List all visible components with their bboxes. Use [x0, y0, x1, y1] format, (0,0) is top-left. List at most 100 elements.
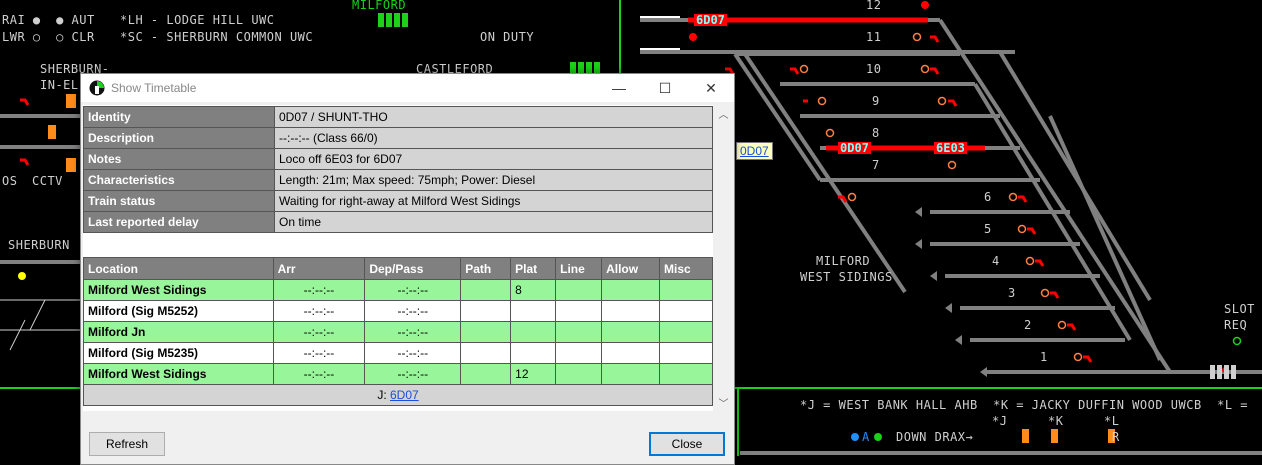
road-number: 12 [866, 0, 882, 12]
label-j: *J [992, 414, 1008, 428]
label-k: *K [1048, 414, 1064, 428]
cell-dep: --:--:-- [364, 342, 462, 364]
cell-misc [659, 321, 713, 343]
cell-dep: --:--:-- [364, 300, 462, 322]
refresh-button[interactable]: Refresh [89, 432, 165, 456]
minimize-button[interactable]: — [596, 74, 642, 102]
label-sherburn-in-elmet-2: IN-EL [40, 78, 79, 92]
legend-rai: RAI ● ● AUT [2, 13, 95, 27]
cell-dep: --:--:-- [364, 363, 462, 385]
cell-allow [601, 300, 661, 322]
label-milford-west-sidings-1: MILFORD [816, 254, 871, 268]
label-l: *L [1104, 414, 1120, 428]
footer-prefix: J: [377, 388, 390, 402]
close-button[interactable]: Close [649, 432, 725, 456]
cell-arr: --:--:-- [272, 342, 366, 364]
label-on-duty: ON DUTY [480, 30, 535, 44]
label-slot: SLOT [1224, 302, 1255, 316]
road-number: 3 [1008, 286, 1016, 300]
cell-plat: 8 [510, 279, 557, 301]
column-header-location[interactable]: Location [83, 257, 274, 280]
legend-lodge-hill: *LH - LODGE HILL UWC [120, 13, 275, 27]
maximize-button[interactable]: ☐ [642, 74, 688, 102]
road-number: 10 [866, 62, 882, 76]
info-row: Description --:--:-- (Class 66/0) [83, 127, 713, 149]
road-number: 6 [984, 190, 992, 204]
road-number: 8 [872, 126, 880, 140]
cell-plat [510, 300, 557, 322]
cell-allow [601, 279, 661, 301]
train-tooltip[interactable]: 0D07 [736, 142, 773, 160]
info-key: Characteristics [83, 169, 275, 191]
label-milford: MILFORD [352, 0, 407, 12]
dialog-titlebar[interactable]: Show Timetable — ☐ ✕ [81, 74, 734, 102]
table-row[interactable]: Milford West Sidings --:--:-- --:--:-- 1… [83, 363, 713, 385]
label-milford-west-sidings-2: WEST SIDINGS [800, 270, 893, 284]
cell-misc [659, 300, 713, 322]
cell-misc [659, 279, 713, 301]
cell-location: Milford Jn [83, 321, 274, 343]
train-tag-6d07[interactable]: 6D07 [694, 14, 727, 26]
column-header-dep-pass[interactable]: Dep/Pass [364, 257, 462, 280]
label-req: REQ [1224, 318, 1248, 332]
scroll-down-icon[interactable]: ﹀ [715, 394, 732, 411]
cell-plat [510, 321, 557, 343]
label-cctv: CCTV [32, 174, 63, 188]
column-header-allow[interactable]: Allow [601, 257, 661, 280]
road-number: 9 [872, 94, 880, 108]
cell-arr: --:--:-- [272, 321, 366, 343]
column-header-arr[interactable]: Arr [272, 257, 366, 280]
train-tag-6e03[interactable]: 6E03 [934, 142, 967, 154]
cell-line [555, 321, 603, 343]
info-key: Identity [83, 106, 275, 128]
column-header-path[interactable]: Path [460, 257, 512, 280]
cell-path [460, 321, 512, 343]
cell-misc [659, 363, 713, 385]
scroll-up-icon[interactable]: ︿ [715, 105, 732, 122]
cell-line [555, 300, 603, 322]
table-row[interactable]: Milford (Sig M5235) --:--:-- --:--:-- [83, 342, 713, 364]
column-header-line[interactable]: Line [555, 257, 603, 280]
cell-allow [601, 342, 661, 364]
road-number: 7 [872, 158, 880, 172]
info-value: 0D07 / SHUNT-THO [274, 106, 713, 128]
road-number: 1 [1040, 350, 1048, 364]
info-value: Length: 21m; Max speed: 75mph; Power: Di… [274, 169, 713, 191]
info-value: --:--:-- (Class 66/0) [274, 127, 713, 149]
cell-arr: --:--:-- [272, 279, 366, 301]
info-row: Characteristics Length: 21m; Max speed: 7… [83, 169, 713, 191]
road-number: 5 [984, 222, 992, 236]
legend-lwr: LWR ○ ○ CLR [2, 30, 95, 44]
cell-location: Milford (Sig M5235) [83, 342, 274, 364]
info-value: Loco off 6E03 for 6D07 [274, 148, 713, 170]
cell-allow [601, 363, 661, 385]
app-icon [89, 80, 105, 96]
table-row[interactable]: Milford Jn --:--:-- --:--:-- [83, 321, 713, 343]
vertical-scrollbar[interactable]: ︿ ﹀ [715, 105, 732, 411]
cell-location: Milford West Sidings [83, 279, 274, 301]
label-down-drax: DOWN DRAX→ [896, 430, 974, 444]
info-value: Waiting for right-away at Milford West S… [274, 190, 713, 212]
timetable-header-row: Location Arr Dep/Pass Path Plat Line All… [83, 257, 713, 280]
dialog-title: Show Timetable [111, 81, 197, 95]
footer-train-link[interactable]: 6D07 [390, 388, 419, 402]
table-row[interactable]: Milford West Sidings --:--:-- --:--:-- 8 [83, 279, 713, 301]
column-header-misc[interactable]: Misc [659, 257, 713, 280]
info-value: On time [274, 211, 713, 233]
timetable-content: Identity 0D07 / SHUNT-THO Description --:-… [83, 105, 713, 411]
table-row[interactable]: Milford (Sig M5252) --:--:-- --:--:-- [83, 300, 713, 322]
label-os: OS [2, 174, 18, 188]
close-window-button[interactable]: ✕ [688, 74, 734, 102]
info-row: Identity 0D07 / SHUNT-THO [83, 106, 713, 128]
cell-path [460, 279, 512, 301]
cell-location: Milford (Sig M5252) [83, 300, 274, 322]
cell-plat: 12 [510, 363, 557, 385]
road-number: 2 [1024, 318, 1032, 332]
road-number: 11 [866, 30, 882, 44]
cell-misc [659, 342, 713, 364]
train-tag-0d07[interactable]: 0D07 [838, 142, 871, 154]
cell-line [555, 279, 603, 301]
info-row: Train status Waiting for right-away at Mi… [83, 190, 713, 212]
column-header-plat[interactable]: Plat [510, 257, 557, 280]
cell-path [460, 342, 512, 364]
